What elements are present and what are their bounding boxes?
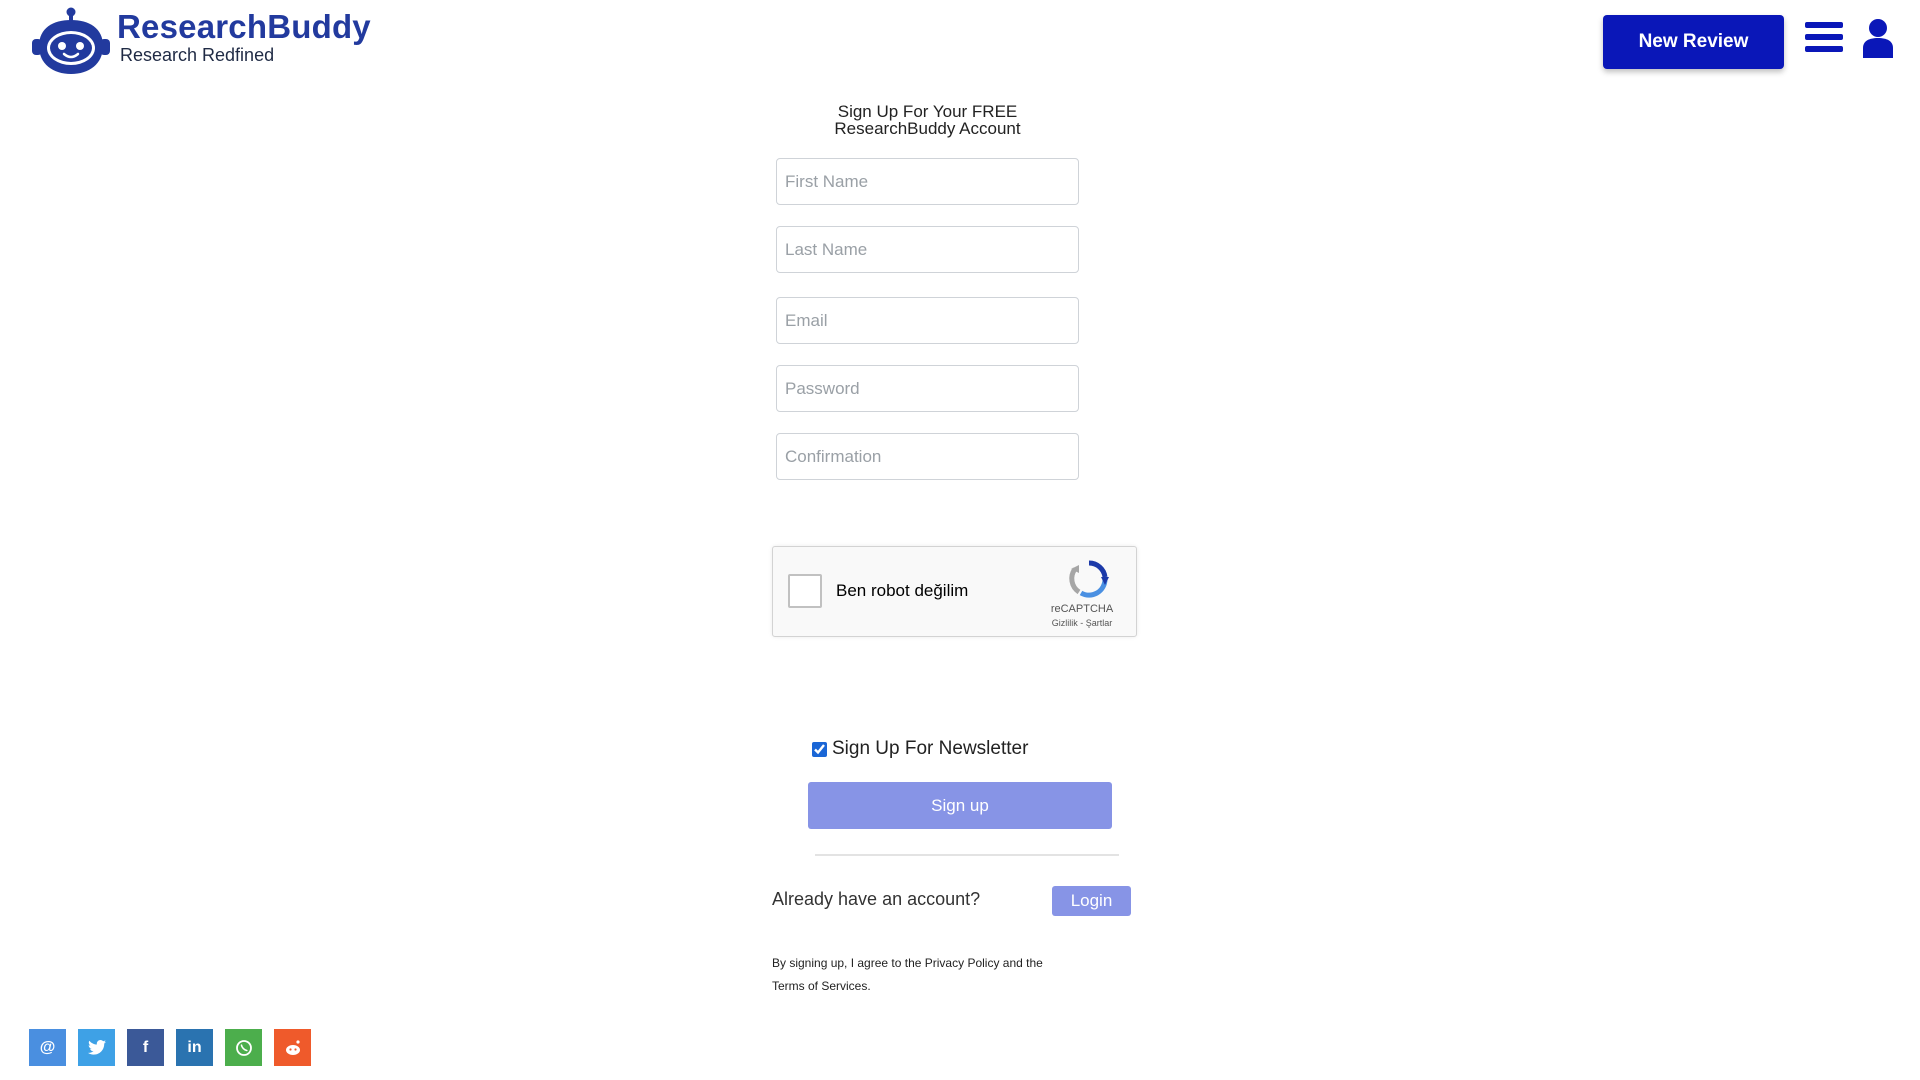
terms-notice: By signing up, I agree to the Privacy Po… [772,952,1072,998]
robot-logo-icon [32,7,110,74]
newsletter-option[interactable]: Sign Up For Newsletter [812,738,1028,760]
email-icon[interactable]: @ [29,1029,66,1066]
last-name-input[interactable] [776,226,1079,273]
recaptcha-checkbox[interactable] [788,574,822,608]
twitter-icon[interactable] [78,1029,115,1066]
password-input[interactable] [776,365,1079,412]
form-title-line1: Sign Up For Your FREE [837,102,1018,121]
whatsapp-icon[interactable] [225,1029,262,1066]
divider [815,854,1119,856]
first-name-input[interactable] [776,158,1079,205]
brand-tagline: Research Redfined [120,45,275,65]
email-input[interactable] [776,297,1079,344]
terms-line2: Terms of Services. [772,979,871,993]
form-title-line2: ResearchBuddy Account [834,119,1021,138]
recaptcha-logo-icon [1069,560,1109,598]
newsletter-label: Sign Up For Newsletter [832,738,1029,759]
signup-page: ResearchBuddy Research Redfined New Revi… [0,0,1920,1080]
sign-up-button[interactable]: Sign up [808,782,1112,829]
reddit-icon[interactable] [274,1029,311,1066]
newsletter-checkbox[interactable] [812,741,827,757]
confirmation-input[interactable] [776,433,1079,480]
logo[interactable]: ResearchBuddy Research Redfined [31,6,371,76]
form-title: Sign Up For Your FREE ResearchBuddy Acco… [770,103,1085,137]
user-account-icon[interactable] [1862,18,1894,58]
already-have-account-text: Already have an account? [772,889,981,909]
recaptcha-label: Ben robot değilim [836,581,969,600]
recaptcha-brand: reCAPTCHA [1050,603,1114,615]
social-share-bar: @ f in [29,1029,323,1066]
login-button[interactable]: Login [1052,886,1131,916]
hamburger-menu-icon[interactable] [1805,22,1843,56]
new-review-button[interactable]: New Review [1603,15,1784,69]
recaptcha-privacy-terms-links[interactable]: Gizlilik - Şartlar [1042,618,1122,628]
facebook-icon[interactable]: f [127,1029,164,1066]
linkedin-icon[interactable]: in [176,1029,213,1066]
recaptcha-widget: Ben robot değilim reCAPTCHA Gizlilik - Ş… [772,546,1137,637]
terms-line1: By signing up, I agree to the Privacy Po… [772,956,1043,970]
brand-name: ResearchBuddy [117,8,371,45]
